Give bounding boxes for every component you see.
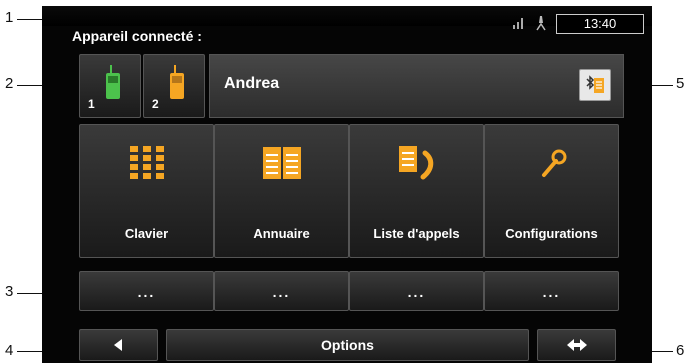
device-2-number: 2: [152, 97, 159, 111]
phonebook-button[interactable]: Annuaire: [214, 124, 349, 258]
callout-2: 2: [5, 75, 14, 92]
phonebook-label: Annuaire: [253, 226, 310, 241]
back-button[interactable]: [79, 329, 158, 361]
status-bar: 13:40: [512, 14, 644, 34]
configurations-button[interactable]: Configurations: [484, 124, 619, 258]
device-2-button[interactable]: 2: [143, 54, 205, 118]
callout-5: 5: [676, 75, 685, 92]
quick-dial-button-1[interactable]: ...: [79, 271, 214, 311]
signal-icon: [512, 16, 526, 33]
call-list-button[interactable]: Liste d'appels: [349, 124, 484, 258]
options-button[interactable]: Options: [166, 329, 529, 361]
toggle-view-button[interactable]: [537, 329, 616, 361]
left-right-arrows-icon: [567, 339, 587, 351]
device-1-number: 1: [88, 97, 95, 111]
quick-dial-label: ...: [407, 284, 426, 300]
quick-dial-button-3[interactable]: ...: [349, 271, 484, 311]
call-list-icon: [398, 146, 433, 180]
callout-6: 6: [676, 342, 685, 359]
wrench-icon: [541, 149, 566, 177]
quick-dial-label: ...: [542, 284, 561, 300]
back-arrow-icon: [114, 339, 122, 351]
phonebook-icon: [262, 147, 301, 179]
quick-dial-button-4[interactable]: ...: [484, 271, 619, 311]
callout-4: 4: [5, 342, 14, 359]
bluetooth-settings-button[interactable]: [579, 69, 611, 101]
options-label: Options: [321, 337, 374, 353]
quick-dial-label: ...: [137, 284, 156, 300]
callout-3: 3: [5, 283, 14, 300]
bluetooth-phonebook-icon: [586, 75, 604, 93]
quick-dial-button-2[interactable]: ...: [214, 271, 349, 311]
device-1-button[interactable]: 1: [79, 54, 141, 118]
connected-device-title: Appareil connecté :: [72, 28, 202, 44]
clock: 13:40: [556, 14, 644, 34]
device-screen: Appareil connecté : 13:40 1 2 Andrea Cla…: [42, 6, 652, 363]
connected-device-name: Andrea: [224, 75, 280, 92]
mobile-phone-green-icon: [106, 65, 120, 99]
call-list-label: Liste d'appels: [373, 226, 460, 241]
keypad-icon: [129, 146, 164, 179]
quick-dial-label: ...: [272, 284, 291, 300]
callout-1: 1: [5, 9, 14, 26]
connected-device-bar: Andrea: [209, 54, 624, 118]
gps-satellite-icon: [534, 15, 548, 34]
keypad-label: Clavier: [124, 226, 169, 241]
mobile-phone-orange-icon: [170, 65, 184, 99]
configurations-label: Configurations: [505, 226, 598, 241]
keypad-button[interactable]: Clavier: [79, 124, 214, 258]
